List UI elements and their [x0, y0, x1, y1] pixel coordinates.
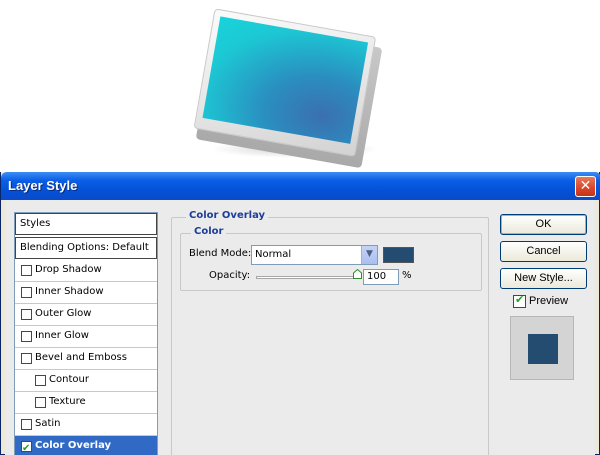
list-item-inner-shadow[interactable]: Inner Shadow — [15, 282, 157, 304]
opacity-label: Opacity: — [209, 270, 251, 281]
outer-glow-checkbox[interactable] — [21, 309, 32, 320]
ok-button[interactable]: OK — [500, 214, 587, 235]
opacity-slider-track[interactable] — [256, 276, 358, 279]
list-item-drop-shadow[interactable]: Drop Shadow — [15, 260, 157, 282]
opacity-input[interactable]: 100 — [363, 269, 399, 285]
styles-list: Styles Blending Options: Default Drop Sh… — [14, 212, 158, 455]
dialog-title: Layer Style — [8, 178, 78, 193]
inner-glow-checkbox[interactable] — [21, 331, 32, 342]
list-item-label: Drop Shadow — [35, 264, 102, 275]
contour-checkbox[interactable] — [35, 375, 46, 386]
list-item-color-overlay[interactable]: Color Overlay — [15, 436, 157, 455]
list-item-texture[interactable]: Texture — [15, 392, 157, 414]
preview-checkbox[interactable] — [513, 293, 526, 308]
preview-box — [510, 316, 574, 380]
list-item-inner-glow[interactable]: Inner Glow — [15, 326, 157, 348]
blend-mode-label: Blend Mode: — [189, 248, 252, 259]
list-item-label: Blending Options: Default — [20, 242, 149, 253]
list-item-blending-options[interactable]: Blending Options: Default — [15, 237, 157, 259]
dialog-client: Styles Blending Options: Default Drop Sh… — [5, 200, 595, 455]
opacity-slider-thumb[interactable] — [353, 268, 362, 279]
title-bar[interactable]: Layer Style ✕ — [1, 172, 600, 200]
list-item-label: Color Overlay — [35, 440, 112, 451]
preview-swatch — [528, 334, 558, 364]
list-item-label: Texture — [49, 396, 86, 407]
opacity-value: 100 — [367, 271, 387, 282]
color-overlay-group: Color Overlay Color Blend Mode: Normal ▼… — [171, 210, 489, 455]
list-item-label: Satin — [35, 418, 61, 429]
tablet-screen — [202, 16, 369, 144]
list-item-label: Outer Glow — [35, 308, 92, 319]
preview-label: Preview — [529, 295, 569, 307]
list-item-contour[interactable]: Contour — [15, 370, 157, 392]
overlay-color-swatch[interactable] — [383, 247, 414, 263]
list-item-label: Bevel and Emboss — [35, 352, 127, 363]
list-item-satin[interactable]: Satin — [15, 414, 157, 436]
canvas-artwork — [0, 0, 600, 170]
drop-shadow-checkbox[interactable] — [21, 265, 32, 276]
list-item-label: Contour — [49, 374, 89, 385]
list-item-outer-glow[interactable]: Outer Glow — [15, 304, 157, 326]
opacity-unit: % — [402, 270, 412, 281]
group-title: Color — [191, 226, 227, 237]
color-group: Color Blend Mode: Normal ▼ Opacity: 100 — [180, 226, 482, 291]
color-overlay-checkbox[interactable] — [21, 439, 32, 455]
tablet-illustration — [193, 8, 383, 169]
section-title: Color Overlay — [186, 210, 269, 221]
layer-style-dialog: Layer Style ✕ Styles Blending Options: D… — [0, 172, 600, 455]
list-item-styles[interactable]: Styles — [15, 213, 157, 235]
slider-thumb-icon — [353, 268, 362, 279]
blend-mode-value: Normal — [255, 249, 292, 260]
inner-shadow-checkbox[interactable] — [21, 287, 32, 298]
texture-checkbox[interactable] — [35, 397, 46, 408]
list-item-label: Inner Shadow — [35, 286, 104, 297]
list-item-bevel-and-emboss[interactable]: Bevel and Emboss — [15, 348, 157, 370]
chevron-down-icon[interactable]: ▼ — [361, 246, 377, 264]
new-style-button[interactable]: New Style... — [500, 268, 587, 289]
list-item-label: Styles — [20, 218, 51, 229]
close-icon: ✕ — [579, 178, 592, 194]
list-item-label: Inner Glow — [35, 330, 89, 341]
blend-mode-select[interactable]: Normal ▼ — [251, 245, 378, 265]
satin-checkbox[interactable] — [21, 419, 32, 430]
bevel-and-emboss-checkbox[interactable] — [21, 353, 32, 364]
close-button[interactable]: ✕ — [575, 176, 596, 197]
cancel-button[interactable]: Cancel — [500, 241, 587, 262]
